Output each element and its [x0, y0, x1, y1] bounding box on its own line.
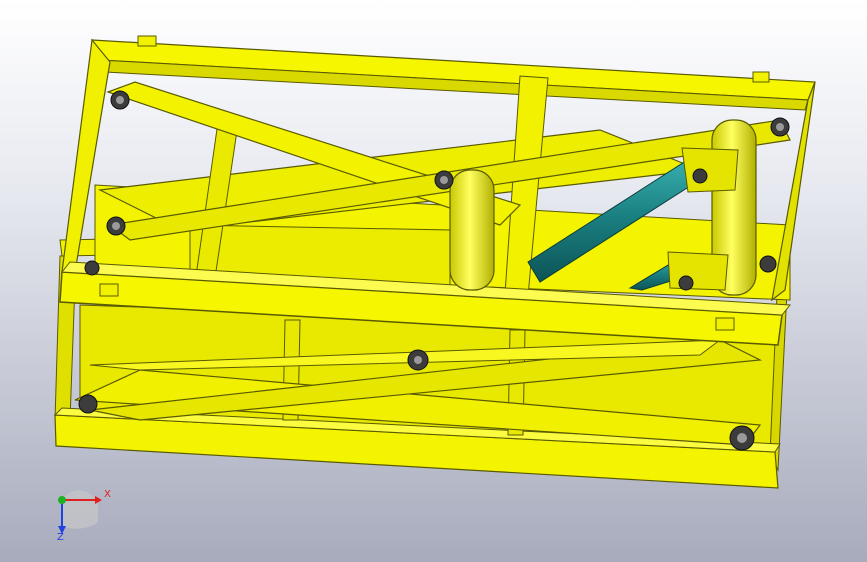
graphics-viewport[interactable]: X Z — [0, 0, 867, 562]
scissor-lift-model[interactable] — [0, 0, 867, 562]
triad-plane-icon — [62, 490, 98, 529]
y-axis-icon — [58, 496, 66, 504]
z-axis-label: Z — [57, 532, 64, 542]
orientation-triad: X Z — [57, 489, 111, 542]
x-axis-label: X — [104, 489, 111, 500]
